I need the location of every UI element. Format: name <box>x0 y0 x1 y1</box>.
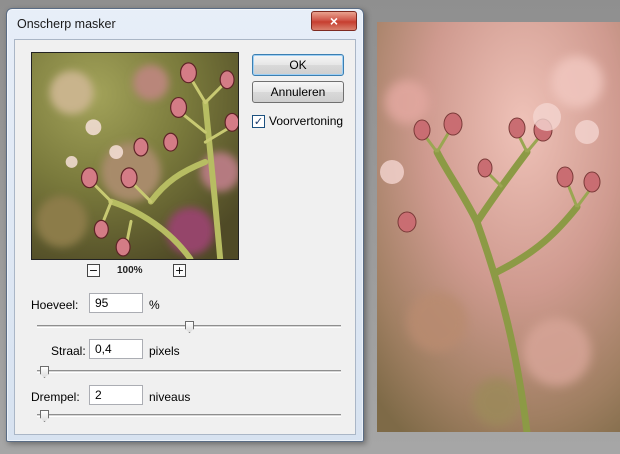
threshold-slider[interactable] <box>37 410 341 422</box>
checkmark-icon: ✓ <box>253 115 264 128</box>
close-icon: × <box>329 13 339 29</box>
preview-checkbox[interactable]: ✓ <box>252 115 265 128</box>
amount-slider-thumb[interactable] <box>185 321 194 333</box>
zoom-out-button[interactable]: − <box>87 264 100 277</box>
threshold-label: Drempel: <box>31 390 80 404</box>
background-photo <box>377 22 620 432</box>
cancel-button[interactable]: Annuleren <box>252 81 344 103</box>
radius-input[interactable] <box>89 339 143 359</box>
unsharp-mask-dialog: Onscherp masker × − 100% + OK Annuleren … <box>6 8 364 442</box>
close-button[interactable]: × <box>311 11 357 31</box>
plus-icon: + <box>174 264 185 277</box>
amount-unit: % <box>149 298 160 312</box>
ok-button[interactable]: OK <box>252 54 344 76</box>
amount-slider[interactable] <box>37 321 341 333</box>
amount-label: Hoeveel: <box>31 298 79 312</box>
dialog-title: Onscherp masker <box>17 17 116 31</box>
preview-label: Voorvertoning <box>269 114 344 128</box>
radius-unit: pixels <box>149 344 180 358</box>
screen: Onscherp masker × − 100% + OK Annuleren … <box>0 0 620 454</box>
radius-slider[interactable] <box>37 366 341 378</box>
threshold-unit: niveaus <box>149 390 191 404</box>
zoom-level: 100% <box>117 265 143 276</box>
document-canvas[interactable] <box>377 22 620 432</box>
preview-image[interactable] <box>31 52 239 260</box>
title-bar[interactable]: Onscherp masker × <box>7 9 363 39</box>
threshold-slider-thumb[interactable] <box>40 410 49 422</box>
preview-photo <box>32 53 238 259</box>
amount-input[interactable] <box>89 293 143 313</box>
radius-slider-thumb[interactable] <box>40 366 49 378</box>
zoom-controls: − 100% + <box>87 264 187 280</box>
threshold-input[interactable] <box>89 385 143 405</box>
zoom-in-button[interactable]: + <box>173 264 186 277</box>
dialog-content: − 100% + OK Annuleren ✓ Voorvertoning Ho… <box>14 39 356 435</box>
radius-label: Straal: <box>51 344 86 358</box>
minus-icon: − <box>88 264 99 277</box>
